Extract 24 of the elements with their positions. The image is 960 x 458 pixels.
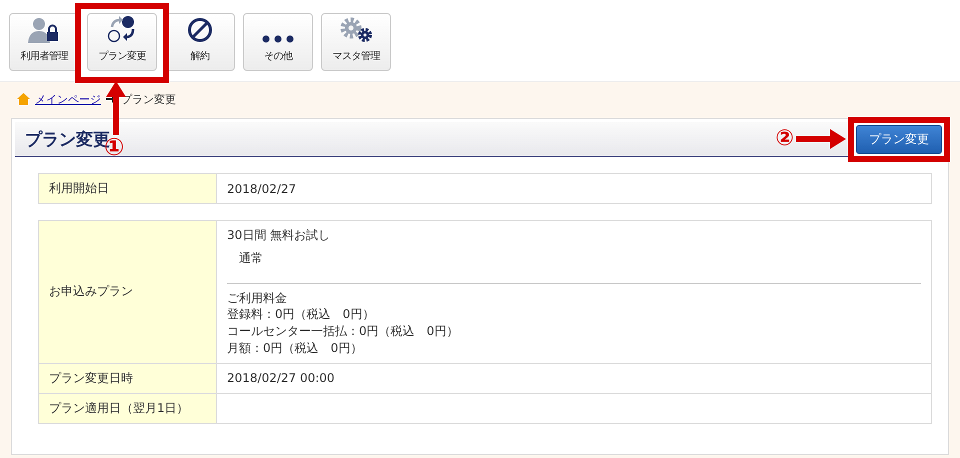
toolbar-button[interactable]: その他 — [243, 13, 313, 71]
fee-line: コールセンター一括払：0円（税込 0円） — [227, 323, 460, 340]
more-icon — [262, 35, 294, 43]
breadcrumb-link[interactable]: メインページ — [35, 92, 101, 106]
prohibited-icon — [187, 17, 213, 43]
field-value: 2018/02/27 — [216, 174, 932, 204]
field-label: 利用開始日 — [38, 174, 216, 204]
field-label: プラン変更日時 — [38, 363, 216, 394]
fee-line: 月額：0円（税込 0円） — [227, 340, 364, 357]
field-label: お申込みプラン — [38, 220, 216, 364]
gears-icon — [339, 17, 373, 43]
home-icon — [17, 93, 30, 105]
user-lock-icon — [28, 17, 60, 43]
toolbar-button[interactable]: プラン変更 — [87, 13, 157, 71]
fee-line: 登録料：0円（税込 0円） — [227, 306, 376, 324]
arrow-right-icon — [796, 129, 846, 149]
plan-type: 通常 — [239, 250, 264, 267]
step-number: ② — [775, 128, 794, 150]
plan-change-button[interactable]: プラン変更 — [856, 124, 942, 154]
field-value: 2018/02/27 00:00 — [227, 371, 335, 386]
toolbar-button[interactable]: マスタ管理 — [321, 13, 391, 71]
fee-heading: ご利用料金 — [227, 290, 288, 306]
plan-name: 30日間 無料お試し — [227, 227, 332, 244]
field-label: プラン適用日（翌月1日） — [38, 393, 216, 424]
